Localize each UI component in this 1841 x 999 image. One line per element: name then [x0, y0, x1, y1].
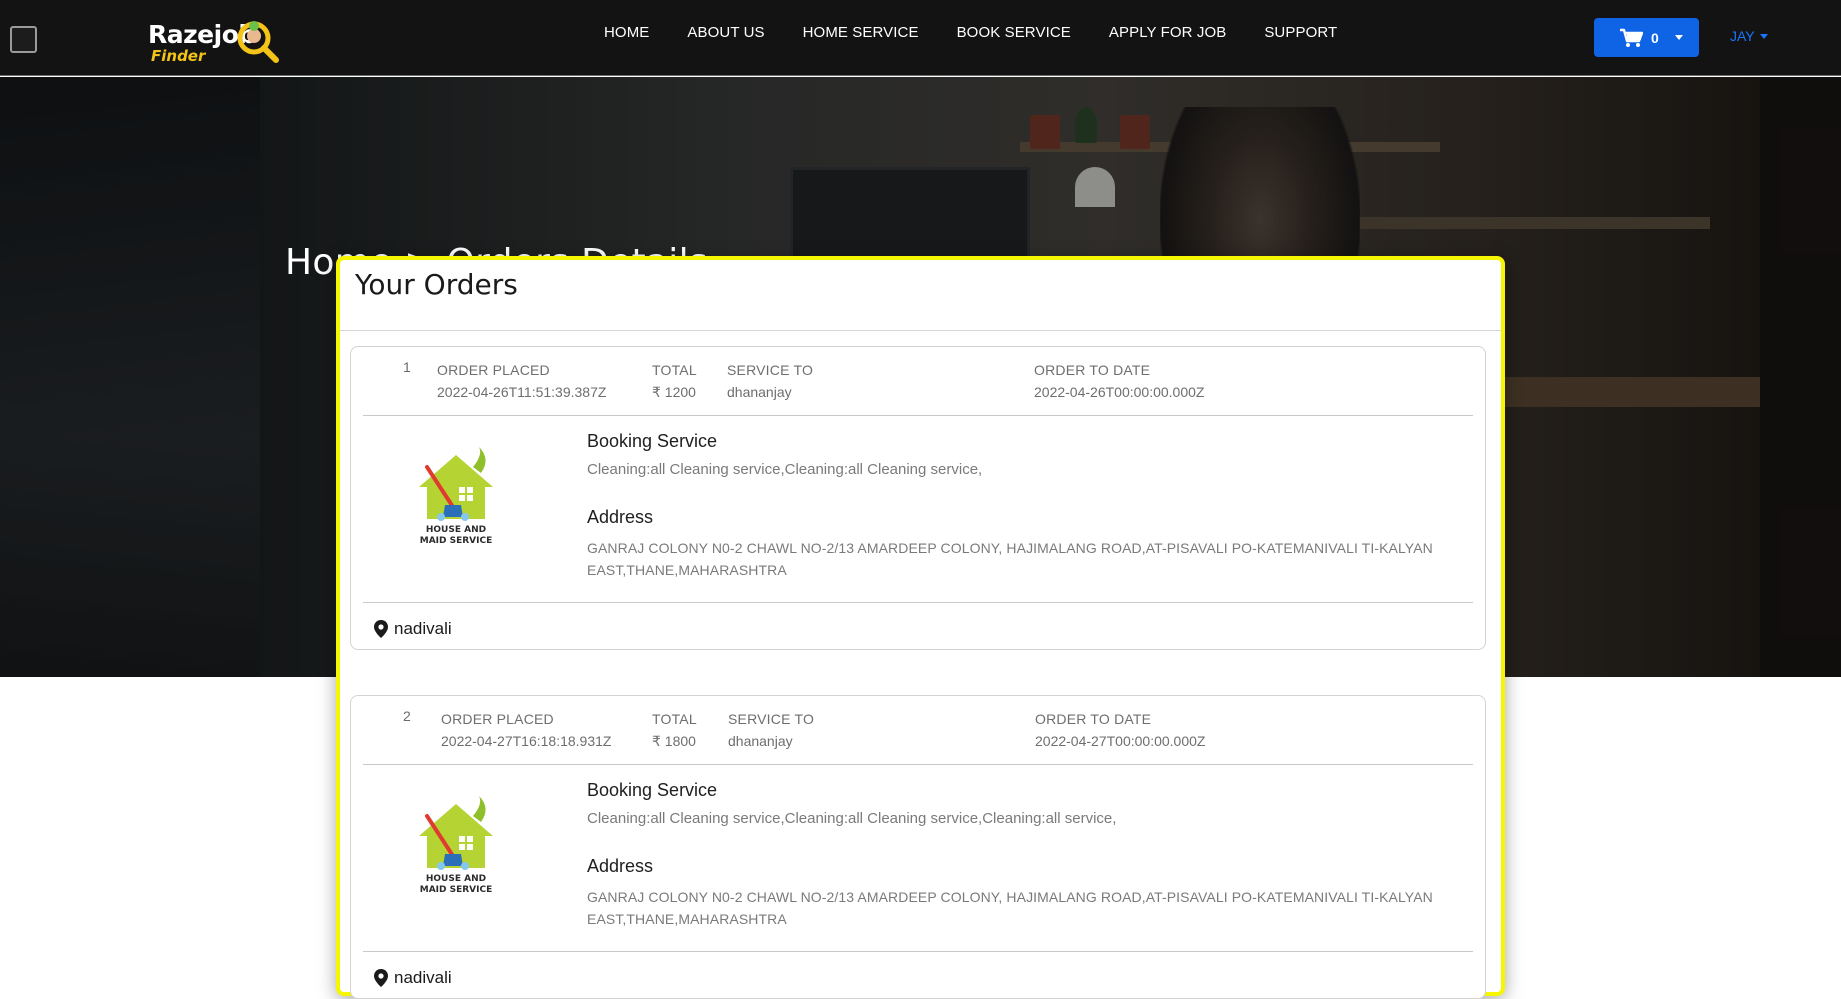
booking-service-text: Cleaning:all Cleaning service,Cleaning:a…	[587, 461, 983, 478]
cart-icon	[1620, 28, 1643, 47]
order-to-date-value: 2022-04-26T00:00:00.000Z	[1034, 384, 1205, 400]
address-text: GANRAJ COLONY N0-2 CHAWL NO-2/13 AMARDEE…	[587, 889, 1433, 927]
order-to-date-label: ORDER TO DATE	[1035, 711, 1152, 727]
user-name: JAY	[1730, 28, 1755, 44]
order-total-value: ₹ 1800	[652, 733, 696, 749]
service-to-label: SERVICE TO	[728, 711, 815, 727]
order-total-value: ₹ 1200	[652, 384, 696, 400]
orders-title: Your Orders	[355, 268, 518, 301]
logo-caption: HOUSE AND MAID SERVICE	[401, 525, 511, 547]
order-placed-label: ORDER PLACED	[437, 362, 550, 378]
order-total-col: TOTAL ₹ 1800	[652, 708, 697, 752]
order-card: 1 ORDER PLACED 2022-04-26T11:51:39.387Z …	[350, 346, 1486, 650]
map-marker-icon	[374, 969, 388, 987]
cart-dropdown-button[interactable]: 0	[1594, 18, 1699, 57]
order-placed-value: 2022-04-26T11:51:39.387Z	[437, 384, 607, 400]
chevron-down-icon	[1759, 33, 1768, 39]
nav-book-service[interactable]: BOOK SERVICE	[938, 24, 1090, 42]
divider	[363, 602, 1473, 603]
service-to-label: SERVICE TO	[727, 362, 814, 378]
nav-about-us[interactable]: ABOUT US	[668, 24, 783, 42]
logo-caption-line1: HOUSE AND	[425, 874, 487, 884]
nav-home[interactable]: HOME	[585, 24, 668, 42]
order-total-label: TOTAL	[652, 362, 697, 378]
location-name: nadivali	[394, 968, 452, 987]
logo-caption-line2: MAID SERVICE	[419, 536, 493, 546]
order-placed-value: 2022-04-27T16:18:18.931Z	[441, 733, 612, 749]
main-nav: HOME ABOUT US HOME SERVICE BOOK SERVICE …	[585, 24, 1356, 42]
sidebar-toggle-checkbox[interactable]	[10, 26, 37, 53]
service-to-value: dhananjay	[728, 733, 793, 749]
order-card: 2 ORDER PLACED 2022-04-27T16:18:18.931Z …	[350, 695, 1486, 999]
house-cleaning-icon	[419, 796, 493, 870]
logo-text-sub: Finder	[151, 47, 206, 65]
order-to-date-col: ORDER TO DATE 2022-04-27T00:00:00.000Z	[1035, 708, 1205, 752]
order-location: nadivali	[374, 619, 452, 639]
magnifier-icon	[237, 21, 279, 63]
chevron-down-icon	[1674, 35, 1683, 40]
service-to-col: SERVICE TO dhananjay	[728, 708, 814, 752]
order-number: 1	[403, 359, 411, 375]
order-to-date-value: 2022-04-27T00:00:00.000Z	[1035, 733, 1206, 749]
map-marker-icon	[374, 620, 388, 638]
order-placed-label: ORDER PLACED	[441, 711, 554, 727]
address-heading: Address	[587, 507, 654, 527]
order-location: nadivali	[374, 968, 452, 988]
cart-count: 0	[1651, 29, 1659, 46]
logo-caption-line2: MAID SERVICE	[419, 885, 493, 895]
divider	[363, 764, 1473, 765]
address-heading: Address	[587, 856, 654, 876]
logo-caption-line1: HOUSE AND	[425, 525, 487, 535]
house-maid-service-logo: HOUSE AND MAID SERVICE	[401, 447, 511, 557]
user-menu[interactable]: JAY	[1730, 28, 1768, 44]
logo-caption: HOUSE AND MAID SERVICE	[401, 874, 511, 896]
order-placed-col: ORDER PLACED 2022-04-26T11:51:39.387Z	[437, 359, 606, 403]
order-placed-col: ORDER PLACED 2022-04-27T16:18:18.931Z	[441, 708, 611, 752]
order-number: 2	[403, 708, 411, 724]
house-cleaning-icon	[419, 447, 493, 521]
order-total-label: TOTAL	[652, 711, 697, 727]
service-to-col: SERVICE TO dhananjay	[727, 359, 813, 403]
order-to-date-label: ORDER TO DATE	[1034, 362, 1151, 378]
booking-service-heading: Booking Service	[587, 431, 718, 451]
booking-service-heading: Booking Service	[587, 780, 718, 800]
order-to-date-col: ORDER TO DATE 2022-04-26T00:00:00.000Z	[1034, 359, 1204, 403]
site-logo[interactable]: Razejob Finder	[148, 6, 288, 68]
orders-panel: Your Orders 1 ORDER PLACED 2022-04-26T11…	[336, 256, 1505, 999]
top-navbar: Razejob Finder HOME ABOUT US HOME SERVIC…	[0, 0, 1841, 76]
order-total-col: TOTAL ₹ 1200	[652, 359, 697, 403]
location-name: nadivali	[394, 619, 452, 638]
nav-support[interactable]: SUPPORT	[1245, 24, 1356, 42]
house-maid-service-logo: HOUSE AND MAID SERVICE	[401, 796, 511, 906]
nav-home-service[interactable]: HOME SERVICE	[784, 24, 938, 42]
nav-apply-for-job[interactable]: APPLY FOR JOB	[1090, 24, 1245, 42]
booking-service-text: Cleaning:all Cleaning service,Cleaning:a…	[587, 810, 1117, 827]
address-text: GANRAJ COLONY N0-2 CHAWL NO-2/13 AMARDEE…	[587, 540, 1433, 578]
divider	[363, 415, 1473, 416]
service-to-value: dhananjay	[727, 384, 792, 400]
divider	[340, 330, 1501, 331]
divider	[363, 951, 1473, 952]
